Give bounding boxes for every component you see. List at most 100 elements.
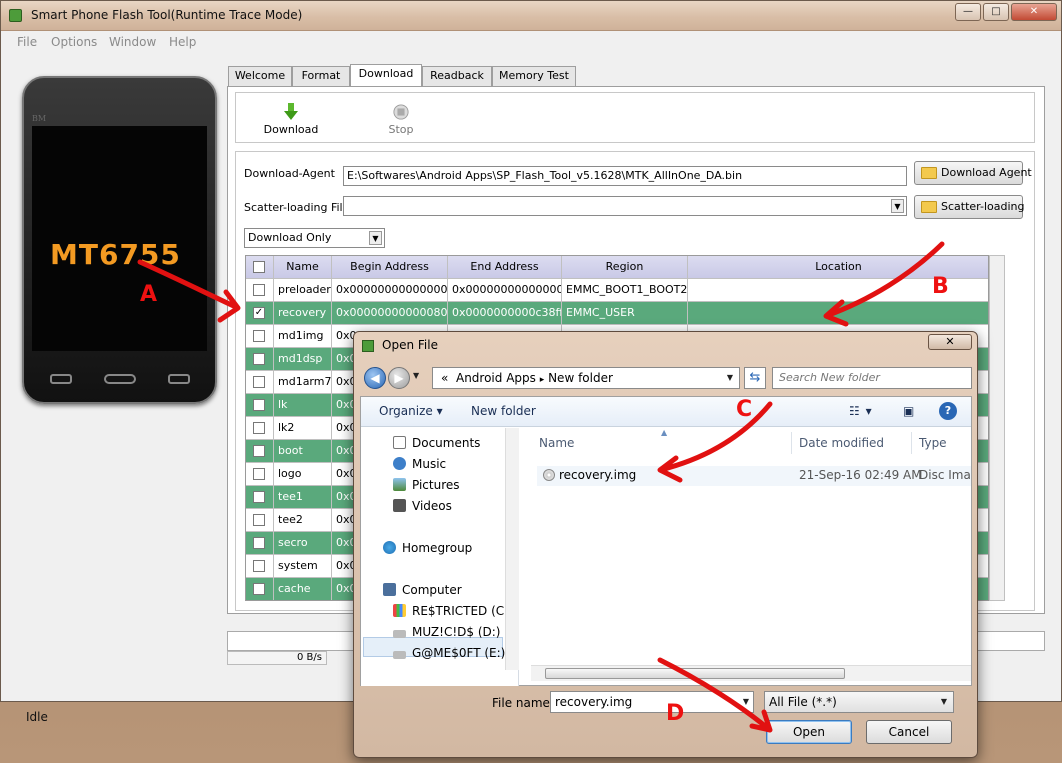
- filename-dropdown-icon[interactable]: ▼: [743, 692, 749, 712]
- row-checkbox[interactable]: [253, 330, 265, 342]
- row-checkbox[interactable]: [253, 514, 265, 526]
- row-checkbox-cell[interactable]: [246, 348, 274, 371]
- header-name[interactable]: Name: [274, 256, 332, 279]
- nav-item-videos[interactable]: Videos: [393, 499, 452, 513]
- menu-help[interactable]: Help: [169, 35, 196, 49]
- row-checkbox[interactable]: [253, 537, 265, 549]
- row-checkbox[interactable]: [253, 491, 265, 503]
- column-type[interactable]: Type: [919, 436, 947, 450]
- dialog-close-button[interactable]: ✕: [928, 334, 972, 350]
- row-checkbox-cell[interactable]: ✓: [246, 302, 274, 325]
- row-checkbox-cell[interactable]: [246, 578, 274, 600]
- history-dropdown-icon[interactable]: ▼: [413, 371, 419, 380]
- scatter-loading-button[interactable]: Scatter-loading: [914, 195, 1024, 219]
- chevron-down-icon[interactable]: ▼: [369, 231, 382, 245]
- row-checkbox[interactable]: [253, 353, 265, 365]
- search-input[interactable]: Search New folder: [772, 367, 972, 389]
- nav-item-homegroup[interactable]: Homegroup: [383, 541, 472, 555]
- maximize-button[interactable]: □: [983, 3, 1009, 21]
- row-checkbox[interactable]: [253, 284, 265, 296]
- nav-item-drive-e[interactable]: G@ME$0FT (E:): [393, 646, 505, 660]
- nav-item-drive-d[interactable]: MUZ!C!D$ (D:): [393, 625, 500, 639]
- table-row[interactable]: ✓ recovery0x00000000000080000x0000000000c…: [246, 302, 988, 325]
- view-options-icon[interactable]: ☷ ▾: [849, 404, 873, 418]
- row-checkbox[interactable]: [253, 445, 265, 457]
- header-begin-address[interactable]: Begin Address: [332, 256, 448, 279]
- file-row[interactable]: recovery.img 21-Sep-16 02:49 AM Disc Ima…: [537, 466, 971, 486]
- menu-file[interactable]: File: [17, 35, 37, 49]
- chevron-down-icon[interactable]: ▼: [891, 199, 904, 213]
- organize-button[interactable]: Organize ▾: [379, 404, 443, 418]
- close-button[interactable]: ✕: [1011, 3, 1057, 21]
- address-dropdown-icon[interactable]: ▼: [727, 368, 733, 388]
- filter-dropdown-icon[interactable]: ▼: [941, 692, 947, 712]
- breadcrumb-android-apps[interactable]: Android Apps: [456, 371, 536, 385]
- select-all-checkbox[interactable]: [253, 261, 265, 273]
- forward-arrow-icon[interactable]: ▶: [388, 367, 410, 389]
- nav-scrollbar[interactable]: [505, 428, 519, 670]
- mode-select[interactable]: Download Only ▼: [244, 228, 385, 248]
- menu-options[interactable]: Options: [51, 35, 97, 49]
- row-checkbox-cell[interactable]: [246, 486, 274, 509]
- open-button[interactable]: Open: [766, 720, 852, 744]
- nav-item-computer[interactable]: Computer: [383, 583, 462, 597]
- preview-pane-icon[interactable]: ▣: [903, 404, 914, 418]
- row-checkbox-cell[interactable]: [246, 532, 274, 555]
- row-checkbox[interactable]: [253, 376, 265, 388]
- tab-format[interactable]: Format: [292, 66, 350, 86]
- tab-readback[interactable]: Readback: [422, 66, 492, 86]
- breadcrumb-new-folder[interactable]: New folder: [548, 371, 613, 385]
- row-checkbox-cell[interactable]: [246, 371, 274, 394]
- tab-memory-test[interactable]: Memory Test: [492, 66, 576, 86]
- row-checkbox[interactable]: ✓: [253, 307, 265, 319]
- menu-window[interactable]: Window: [109, 35, 156, 49]
- row-checkbox-cell[interactable]: [246, 394, 274, 417]
- row-checkbox-cell[interactable]: [246, 440, 274, 463]
- row-checkbox[interactable]: [253, 399, 265, 411]
- breadcrumb-separator[interactable]: ▸: [540, 375, 545, 385]
- header-end-address[interactable]: End Address: [448, 256, 562, 279]
- download-button[interactable]: Download: [256, 93, 326, 143]
- scatter-field[interactable]: ▼: [343, 196, 907, 216]
- refresh-icon[interactable]: ⇆: [744, 367, 766, 389]
- row-checkbox-cell[interactable]: [246, 509, 274, 532]
- scroll-thumb[interactable]: [545, 668, 845, 679]
- row-checkbox-cell[interactable]: [246, 325, 274, 348]
- column-separator[interactable]: [911, 432, 912, 454]
- nav-item-music[interactable]: Music: [393, 457, 446, 471]
- new-folder-button[interactable]: New folder: [471, 404, 536, 418]
- cancel-button[interactable]: Cancel: [866, 720, 952, 744]
- row-checkbox-cell[interactable]: [246, 463, 274, 486]
- nav-item-documents[interactable]: Documents: [393, 436, 480, 450]
- column-separator[interactable]: [791, 432, 792, 454]
- tab-welcome[interactable]: Welcome: [228, 66, 292, 86]
- column-date-modified[interactable]: Date modified: [799, 436, 884, 450]
- table-scrollbar[interactable]: [989, 255, 1005, 601]
- row-checkbox[interactable]: [253, 583, 265, 595]
- download-agent-button[interactable]: Download Agent: [914, 161, 1032, 185]
- filename-input[interactable]: recovery.img ▼: [550, 691, 754, 713]
- file-type: Disc Image File: [919, 468, 971, 482]
- table-row[interactable]: preloader0x00000000000000000x00000000000…: [246, 279, 988, 302]
- minimize-button[interactable]: —: [955, 3, 981, 21]
- file-list-hscroll[interactable]: [531, 665, 971, 681]
- back-arrow-icon[interactable]: ◀: [364, 367, 386, 389]
- title-bar[interactable]: Smart Phone Flash Tool(Runtime Trace Mod…: [1, 1, 1061, 31]
- row-checkbox[interactable]: [253, 560, 265, 572]
- header-checkbox-cell[interactable]: [246, 256, 274, 279]
- tab-download[interactable]: Download: [350, 64, 422, 87]
- nav-item-drive-c[interactable]: RE$TRICTED (C:): [393, 604, 513, 618]
- column-name[interactable]: Name: [539, 436, 574, 450]
- row-checkbox-cell[interactable]: [246, 555, 274, 578]
- download-agent-field[interactable]: E:\Softwares\Android Apps\SP_Flash_Tool_…: [343, 166, 907, 186]
- file-type-select[interactable]: All File (*.*) ▼: [764, 691, 954, 713]
- row-checkbox-cell[interactable]: [246, 417, 274, 440]
- header-region[interactable]: Region: [562, 256, 688, 279]
- address-bar[interactable]: « Android Apps ▸ New folder ▼: [432, 367, 740, 389]
- row-checkbox[interactable]: [253, 422, 265, 434]
- row-checkbox[interactable]: [253, 468, 265, 480]
- stop-button[interactable]: Stop: [366, 93, 436, 143]
- nav-item-pictures[interactable]: Pictures: [393, 478, 460, 492]
- help-icon[interactable]: ?: [939, 402, 957, 420]
- row-checkbox-cell[interactable]: [246, 279, 274, 302]
